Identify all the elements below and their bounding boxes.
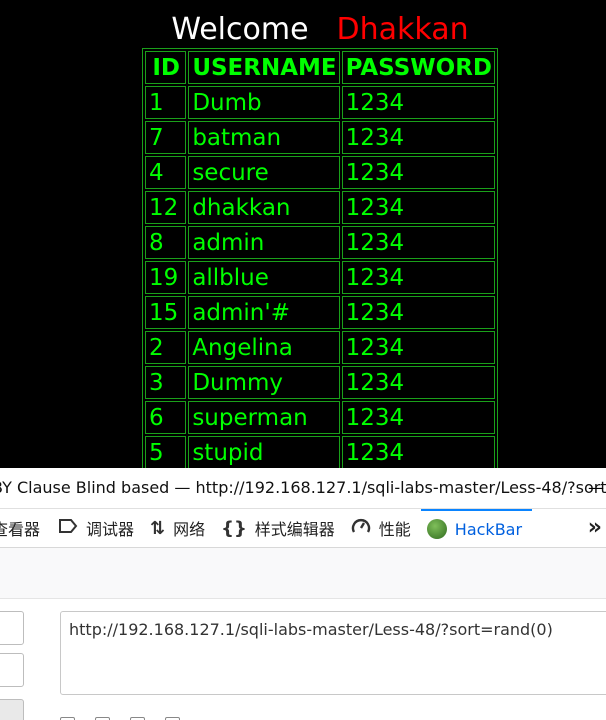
- table-row: 19 allblue 1234: [145, 261, 495, 294]
- tab-label: 性能: [378, 520, 411, 539]
- welcome-text: Welcome: [171, 12, 309, 47]
- tab-performance[interactable]: 性能: [345, 509, 421, 547]
- cell-password: 1234: [341, 401, 495, 434]
- cell-username: admin'#: [188, 296, 340, 329]
- cell-password: 1234: [341, 296, 495, 329]
- style-editor-icon: {}: [221, 517, 247, 539]
- url-textarea[interactable]: http://192.168.127.1/sqli-labs-master/Le…: [60, 611, 606, 695]
- table-row: 2 Angelina 1234: [145, 331, 495, 364]
- cell-password: 1234: [341, 366, 495, 399]
- devtools-titlebar: BY Clause Blind based — http://192.168.1…: [0, 468, 606, 509]
- tab-hackbar[interactable]: HackBar: [420, 509, 533, 547]
- cell-password: 1234: [341, 226, 495, 259]
- more-tabs-icon[interactable]: »: [588, 515, 602, 540]
- table-row: 8 admin 1234: [145, 226, 495, 259]
- cell-password: 1234: [341, 436, 495, 469]
- cell-username: batman: [188, 121, 340, 154]
- tab-label: HackBar: [454, 519, 523, 539]
- cell-id: 4: [145, 156, 187, 189]
- cell-username: secure: [188, 156, 340, 189]
- devtools-panel: BY Clause Blind based — http://192.168.1…: [0, 468, 606, 720]
- tab-network[interactable]: ⇅ 网络: [144, 509, 215, 547]
- table-row: 4 secure 1234: [145, 156, 495, 189]
- tab-inspector[interactable]: 查看器: [0, 509, 50, 547]
- welcome-heading: Welcome Dhakkan: [0, 12, 606, 47]
- cell-id: 3: [145, 366, 187, 399]
- window-title: BY Clause Blind based — http://192.168.1…: [0, 478, 606, 497]
- hackbar-body: http://192.168.127.1/sqli-labs-master/Le…: [0, 599, 606, 720]
- tab-style-editor[interactable]: {} 样式编辑器: [215, 509, 345, 547]
- side-button[interactable]: [0, 653, 24, 687]
- table-header-row: ID USERNAME PASSWORD: [145, 51, 495, 84]
- cell-password: 1234: [341, 331, 495, 364]
- cell-id: 8: [145, 226, 187, 259]
- devtools-tabbar: 查看器 调试器 ⇅ 网络 {} 样式编辑器 性能 HackBar »: [0, 509, 606, 548]
- cell-id: 7: [145, 121, 187, 154]
- cell-password: 1234: [341, 191, 495, 224]
- minimize-button[interactable]: —: [588, 468, 604, 508]
- table-row: 5 stupid 1234: [145, 436, 495, 469]
- cell-password: 1234: [341, 121, 495, 154]
- tab-label: 样式编辑器: [254, 520, 335, 539]
- tab-label: 查看器: [0, 520, 41, 539]
- header-password: PASSWORD: [341, 51, 495, 84]
- cell-username: superman: [188, 401, 340, 434]
- debugger-icon: [58, 518, 78, 539]
- header-id: ID: [145, 51, 187, 84]
- table-row: 15 admin'# 1234: [145, 296, 495, 329]
- cell-id: 6: [145, 401, 187, 434]
- cell-username: Dumb: [188, 86, 340, 119]
- cell-password: 1234: [341, 261, 495, 294]
- users-table: ID USERNAME PASSWORD 1 Dumb 1234 7 batman 12…: [142, 48, 498, 472]
- cell-username: stupid: [188, 436, 340, 469]
- cell-password: 1234: [341, 156, 495, 189]
- side-button[interactable]: [0, 699, 24, 720]
- tab-debugger[interactable]: 调试器: [52, 509, 144, 547]
- cell-username: Angelina: [188, 331, 340, 364]
- cell-username: Dummy: [188, 366, 340, 399]
- header-username: USERNAME: [188, 51, 340, 84]
- cell-id: 19: [145, 261, 187, 294]
- tab-label: 调试器: [86, 520, 135, 539]
- side-button[interactable]: [0, 611, 24, 645]
- performance-icon: [351, 517, 371, 540]
- table-row: 7 batman 1234: [145, 121, 495, 154]
- network-icon: ⇅: [150, 517, 166, 539]
- table-row: 6 superman 1234: [145, 401, 495, 434]
- user-name: Dhakkan: [336, 12, 469, 47]
- cell-id: 15: [145, 296, 187, 329]
- hackbar-icon: [426, 519, 447, 539]
- cell-username: admin: [188, 226, 340, 259]
- table-row: 1 Dumb 1234: [145, 86, 495, 119]
- cell-username: dhakkan: [188, 191, 340, 224]
- cell-id: 12: [145, 191, 187, 224]
- cell-id: 5: [145, 436, 187, 469]
- cell-username: allblue: [188, 261, 340, 294]
- tab-label: 网络: [173, 520, 206, 539]
- cell-id: 1: [145, 86, 187, 119]
- hackbar-toolbar: [0, 548, 606, 599]
- cell-password: 1234: [341, 86, 495, 119]
- cell-id: 2: [145, 331, 187, 364]
- table-row: 3 Dummy 1234: [145, 366, 495, 399]
- table-row: 12 dhakkan 1234: [145, 191, 495, 224]
